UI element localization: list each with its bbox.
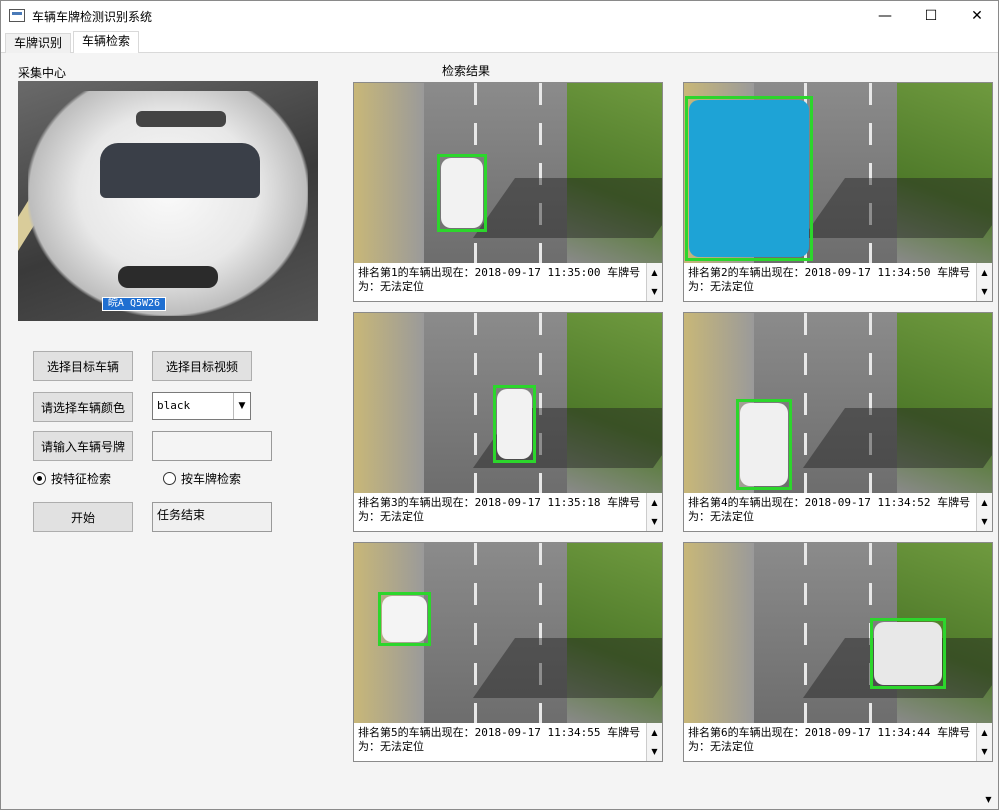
title-bar: 车辆车牌检测识别系统 — ☐ ✕: [1, 1, 998, 31]
window-title: 车辆车牌检测识别系统: [32, 10, 153, 24]
grille-graphic: [118, 266, 218, 288]
scroll-up-icon[interactable]: ▲: [647, 723, 662, 742]
select-vehicle-button[interactable]: 选择目标车辆: [33, 351, 133, 381]
caption-scrollbar[interactable]: ▲ ▼: [646, 493, 662, 531]
maximize-button[interactable]: ☐: [908, 1, 954, 31]
main-scrollbar[interactable]: ▼: [980, 105, 997, 805]
scroll-up-icon[interactable]: ▲: [647, 493, 662, 512]
search-results-label: 检索结果: [442, 64, 491, 78]
license-plate: 皖A Q5W26: [102, 297, 166, 311]
color-select[interactable]: black ▼: [152, 392, 251, 420]
result-card[interactable]: 排名第4的车辆出现在：2018-09-17 11:34:52 车牌号为：无法定位…: [683, 312, 993, 532]
chevron-down-icon[interactable]: ▼: [233, 393, 250, 419]
capture-center-label: 采集中心: [18, 66, 67, 80]
road-edge-graphic: [354, 313, 424, 493]
detection-bounding-box: [685, 96, 813, 261]
shadow-graphic: [802, 408, 992, 468]
select-video-button[interactable]: 选择目标视频: [152, 351, 252, 381]
detection-bounding-box: [493, 385, 536, 463]
result-image: [684, 543, 992, 723]
detection-bounding-box: [437, 154, 487, 232]
minimize-button[interactable]: —: [862, 1, 908, 31]
radio-by-plate[interactable]: 按车牌检索: [163, 470, 241, 487]
plate-input[interactable]: [152, 431, 272, 461]
app-window: 车辆车牌检测识别系统 — ☐ ✕ 车牌识别 车辆检索 采集中心 皖A Q5W26…: [0, 0, 999, 810]
shadow-graphic: [472, 638, 662, 698]
result-card[interactable]: 排名第3的车辆出现在：2018-09-17 11:35:18 车牌号为：无法定位…: [353, 312, 663, 532]
close-button[interactable]: ✕: [954, 1, 999, 31]
radio-unchecked-icon[interactable]: [163, 472, 176, 485]
caption-scrollbar[interactable]: ▲ ▼: [646, 723, 662, 761]
shadow-graphic: [472, 178, 662, 238]
shadow-graphic: [802, 178, 992, 238]
detection-bounding-box: [870, 618, 946, 689]
start-button[interactable]: 开始: [33, 502, 133, 532]
result-caption: 排名第4的车辆出现在：2018-09-17 11:34:52 车牌号为：无法定位: [684, 493, 992, 531]
road-edge-graphic: [354, 83, 424, 263]
windshield-graphic: [100, 143, 260, 198]
result-card[interactable]: 排名第5的车辆出现在：2018-09-17 11:34:55 车牌号为：无法定位…: [353, 542, 663, 762]
result-image: [354, 543, 662, 723]
result-card[interactable]: 排名第1的车辆出现在：2018-09-17 11:35:00 车牌号为：无法定位…: [353, 82, 663, 302]
status-box: 任务结束: [152, 502, 272, 532]
result-card[interactable]: 排名第2的车辆出现在：2018-09-17 11:34:50 车牌号为：无法定位…: [683, 82, 993, 302]
radio-by-plate-label: 按车牌检索: [181, 472, 242, 486]
radio-checked-icon[interactable]: [33, 472, 46, 485]
scroll-down-icon[interactable]: ▼: [647, 282, 662, 301]
scroll-up-icon[interactable]: ▲: [647, 263, 662, 282]
radio-by-feature[interactable]: 按特征检索: [33, 470, 111, 487]
result-caption: 排名第6的车辆出现在：2018-09-17 11:34:44 车牌号为：无法定位: [684, 723, 992, 761]
sunroof-graphic: [136, 111, 226, 127]
road-edge-graphic: [684, 543, 754, 723]
tab-plate-recognition[interactable]: 车牌识别: [5, 33, 72, 53]
tab-bar: 车牌识别 车辆检索: [1, 31, 998, 54]
caption-scrollbar[interactable]: ▲ ▼: [646, 263, 662, 301]
tab-vehicle-search[interactable]: 车辆检索: [73, 31, 140, 54]
result-image: [354, 83, 662, 263]
detection-bounding-box: [378, 592, 431, 646]
radio-by-feature-label: 按特征检索: [51, 472, 112, 486]
scroll-down-icon[interactable]: ▼: [647, 742, 662, 761]
result-card[interactable]: 排名第6的车辆出现在：2018-09-17 11:34:44 车牌号为：无法定位…: [683, 542, 993, 762]
result-caption: 排名第3的车辆出现在：2018-09-17 11:35:18 车牌号为：无法定位: [354, 493, 662, 531]
result-caption: 排名第2的车辆出现在：2018-09-17 11:34:50 车牌号为：无法定位: [684, 263, 992, 301]
color-select-value: black: [157, 399, 191, 412]
result-image: [354, 313, 662, 493]
scroll-down-icon[interactable]: ▼: [980, 795, 997, 805]
detection-bounding-box: [736, 399, 792, 490]
select-color-button[interactable]: 请选择车辆颜色: [33, 392, 133, 422]
result-image: [684, 83, 992, 263]
result-caption: 排名第5的车辆出现在：2018-09-17 11:34:55 车牌号为：无法定位: [354, 723, 662, 761]
app-icon: [9, 9, 25, 22]
result-caption: 排名第1的车辆出现在：2018-09-17 11:35:00 车牌号为：无法定位: [354, 263, 662, 301]
scroll-down-icon[interactable]: ▼: [647, 512, 662, 531]
main-content: 采集中心 皖A Q5W26 选择目标车辆 选择目标视频 请选择车辆颜色 blac…: [1, 53, 998, 809]
result-image: [684, 313, 992, 493]
input-plate-button[interactable]: 请输入车辆号牌: [33, 431, 133, 461]
target-vehicle-image: 皖A Q5W26: [18, 81, 318, 321]
